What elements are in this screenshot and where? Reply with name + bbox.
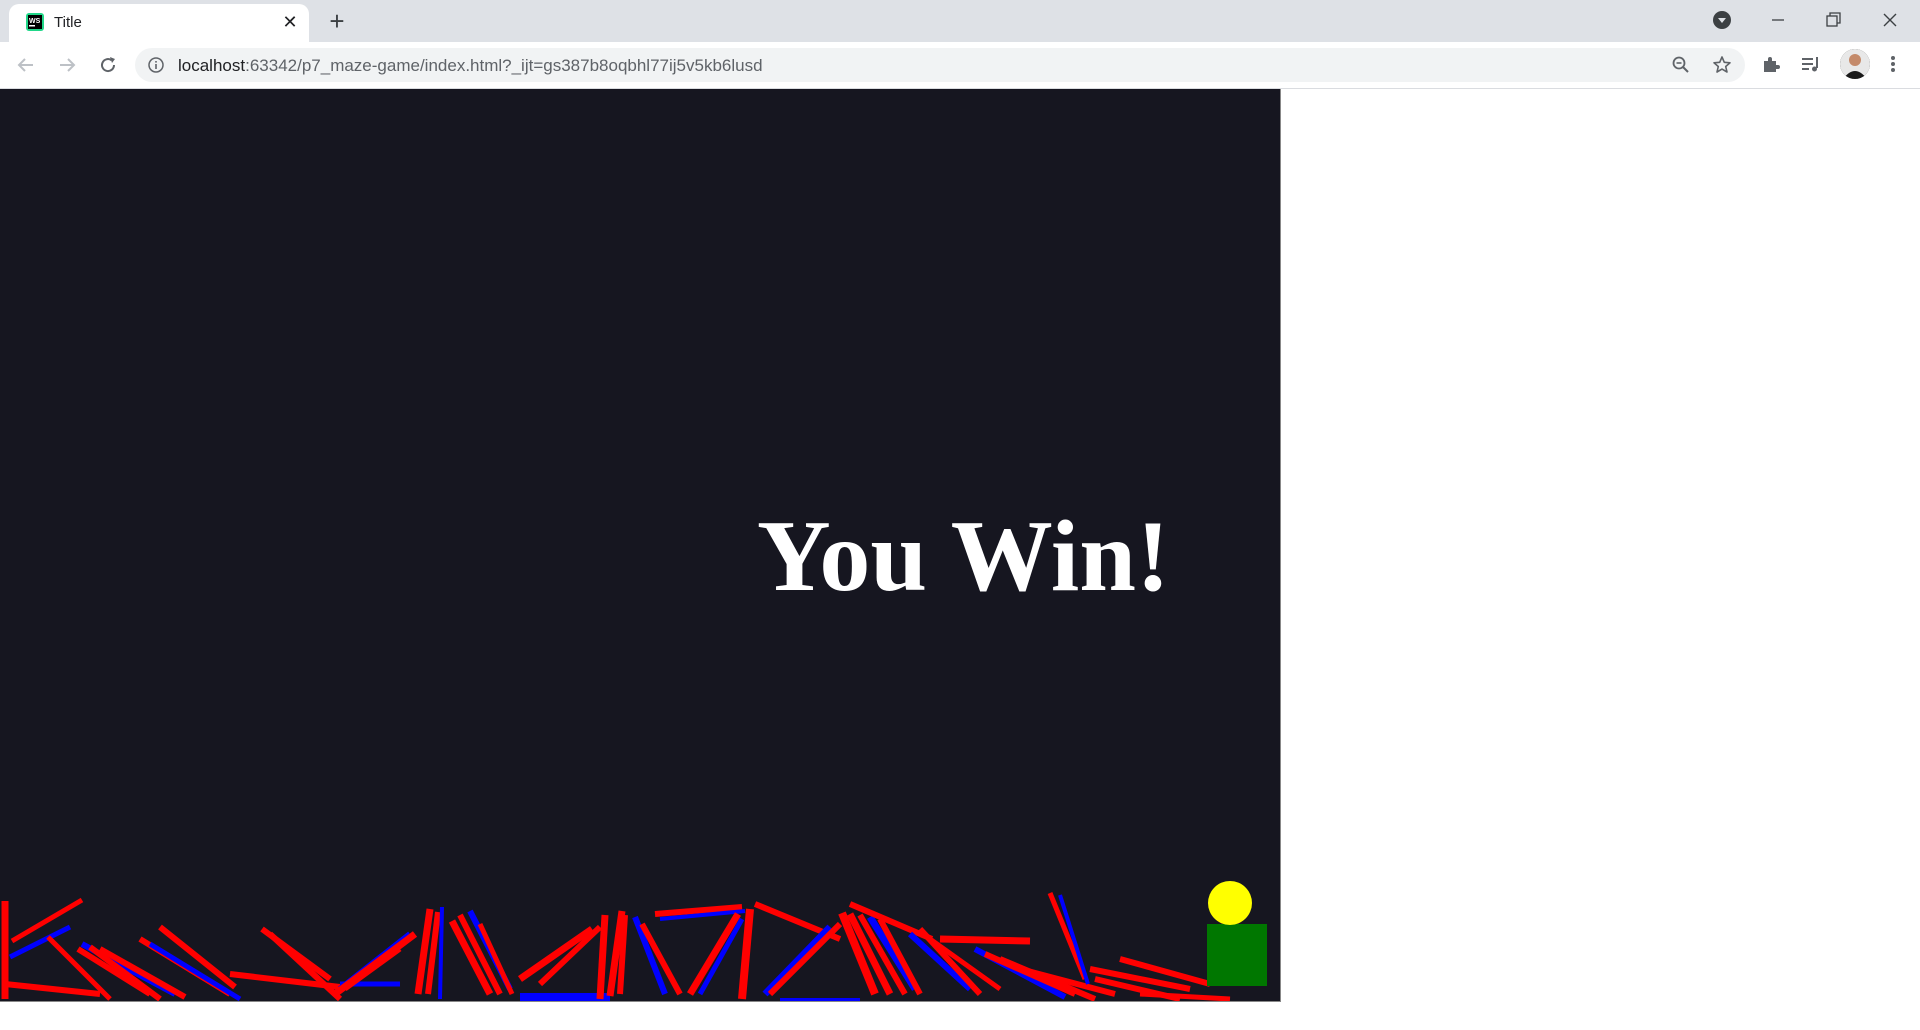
arrow-right-icon[interactable]	[55, 53, 79, 77]
maze-wall-58	[1058, 894, 1090, 985]
close-icon[interactable]	[1878, 8, 1902, 32]
maze-wall-52	[939, 935, 1031, 945]
maze-wall-3	[4, 981, 101, 997]
info-icon[interactable]	[147, 56, 165, 74]
url-path: :63342/p7_maze-game/index.html?_ijt=gs38…	[245, 56, 763, 75]
puzzle-icon[interactable]	[1760, 53, 1782, 75]
webstorm-icon: WS	[26, 13, 44, 31]
tab-active[interactable]: WS Title ✕	[9, 4, 309, 42]
maze-wall-37	[697, 917, 745, 996]
zoom-out-icon[interactable]	[1671, 55, 1691, 75]
playlist-icon[interactable]	[1800, 53, 1822, 75]
maze-wall-38	[738, 908, 754, 1000]
goal-block	[1207, 924, 1267, 986]
svg-text:WS: WS	[29, 18, 41, 25]
url-host: localhost	[178, 56, 246, 75]
maze-wall-1	[10, 897, 84, 944]
url-text[interactable]: localhost:63342/p7_maze-game/index.html?…	[178, 56, 763, 76]
close-icon[interactable]: ✕	[281, 13, 299, 31]
plus-icon[interactable]: +	[325, 8, 349, 34]
minimize-icon[interactable]	[1766, 8, 1790, 32]
avatar[interactable]	[1840, 49, 1870, 79]
maze-wall-57	[1047, 892, 1088, 980]
chrome-media-icon[interactable]	[1710, 8, 1734, 32]
restore-icon[interactable]	[1821, 8, 1845, 32]
star-icon[interactable]	[1712, 55, 1732, 75]
maze-wall-21	[438, 906, 444, 1000]
kebab-menu-icon[interactable]	[1882, 53, 1904, 75]
maze-wall-41	[767, 921, 843, 997]
maze-wall-14	[267, 931, 343, 1001]
arrow-left-icon[interactable]	[14, 53, 38, 77]
browser-toolbar: localhost:63342/p7_maze-game/index.html?…	[0, 42, 1920, 89]
tab-title: Title	[54, 14, 82, 31]
profile-photo-icon	[1840, 49, 1870, 79]
reload-icon[interactable]	[96, 53, 120, 77]
maze-wall-36	[686, 912, 742, 996]
maze-wall-29	[596, 914, 609, 1000]
tab-strip: WS Title ✕ +	[0, 0, 1920, 42]
maze-wall-62	[1139, 991, 1231, 1001]
player-ball	[1208, 881, 1252, 925]
win-message: You Win!	[757, 500, 1170, 613]
game-canvas[interactable]: You Win!	[0, 89, 1281, 1002]
maze-wall-40	[762, 924, 833, 997]
address-bar[interactable]: localhost:63342/p7_maze-game/index.html?…	[135, 48, 1745, 82]
